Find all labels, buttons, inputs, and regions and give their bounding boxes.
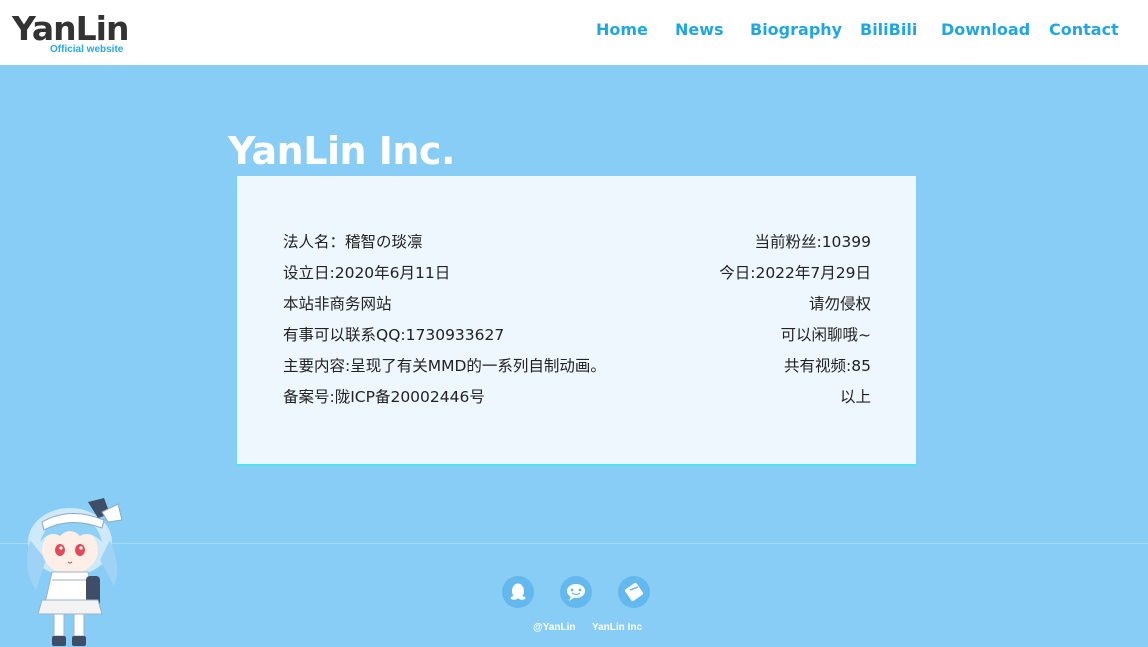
info-left: 有事可以联系QQ:1730933627 bbox=[283, 326, 505, 344]
info-right: 当前粉丝:10399 bbox=[754, 233, 871, 251]
info-right: 可以闲聊哦~ bbox=[780, 326, 872, 344]
info-card: 法人名：稽智の琰凛 当前粉丝:10399 设立日:2020年6月11日 今日:2… bbox=[236, 176, 916, 466]
site-header: YanLin Official website Home News Biogra… bbox=[0, 0, 1148, 65]
info-right: 今日:2022年7月29日 bbox=[719, 264, 871, 282]
mascot-image bbox=[18, 490, 130, 647]
nav-news[interactable]: News bbox=[675, 20, 724, 40]
footer-credit-yanlin: @YanLin bbox=[533, 622, 576, 633]
page-title: YanLin Inc. bbox=[228, 129, 455, 173]
info-row: 本站非商务网站 请勿侵权 bbox=[283, 292, 871, 316]
info-left: 法人名：稽智の琰凛 bbox=[283, 233, 423, 251]
info-row: 法人名：稽智の琰凛 当前粉丝:10399 bbox=[283, 230, 871, 254]
info-right: 请勿侵权 bbox=[808, 295, 871, 313]
info-row: 主要内容:呈现了有关MMD的一系列自制动画。 共有视频:85 bbox=[283, 354, 871, 378]
info-row: 备案号:陇ICP备20002446号 以上 bbox=[283, 385, 871, 409]
wechat-icon[interactable] bbox=[560, 576, 592, 608]
main-nav: Home News Biography BiliBili Download Co… bbox=[0, 0, 1148, 65]
nav-download[interactable]: Download bbox=[941, 20, 1030, 40]
nav-bilibili[interactable]: BiliBili bbox=[860, 20, 917, 40]
footer-divider bbox=[0, 543, 1148, 544]
info-left: 备案号:陇ICP备20002446号 bbox=[283, 388, 485, 406]
nav-contact[interactable]: Contact bbox=[1049, 20, 1119, 40]
nav-biography[interactable]: Biography bbox=[750, 20, 842, 40]
bilibili-icon[interactable] bbox=[618, 576, 650, 608]
info-row: 设立日:2020年6月11日 今日:2022年7月29日 bbox=[283, 261, 871, 285]
info-left: 主要内容:呈现了有关MMD的一系列自制动画。 bbox=[283, 357, 606, 375]
info-left: 本站非商务网站 bbox=[283, 295, 392, 313]
footer-credit-inc: YanLin Inc bbox=[592, 622, 643, 633]
nav-home[interactable]: Home bbox=[596, 20, 648, 40]
info-right: 以上 bbox=[839, 388, 871, 406]
info-row: 有事可以联系QQ:1730933627 可以闲聊哦~ bbox=[283, 323, 871, 347]
qq-icon[interactable] bbox=[502, 576, 534, 608]
info-right: 共有视频:85 bbox=[784, 357, 871, 375]
info-left: 设立日:2020年6月11日 bbox=[283, 264, 451, 282]
